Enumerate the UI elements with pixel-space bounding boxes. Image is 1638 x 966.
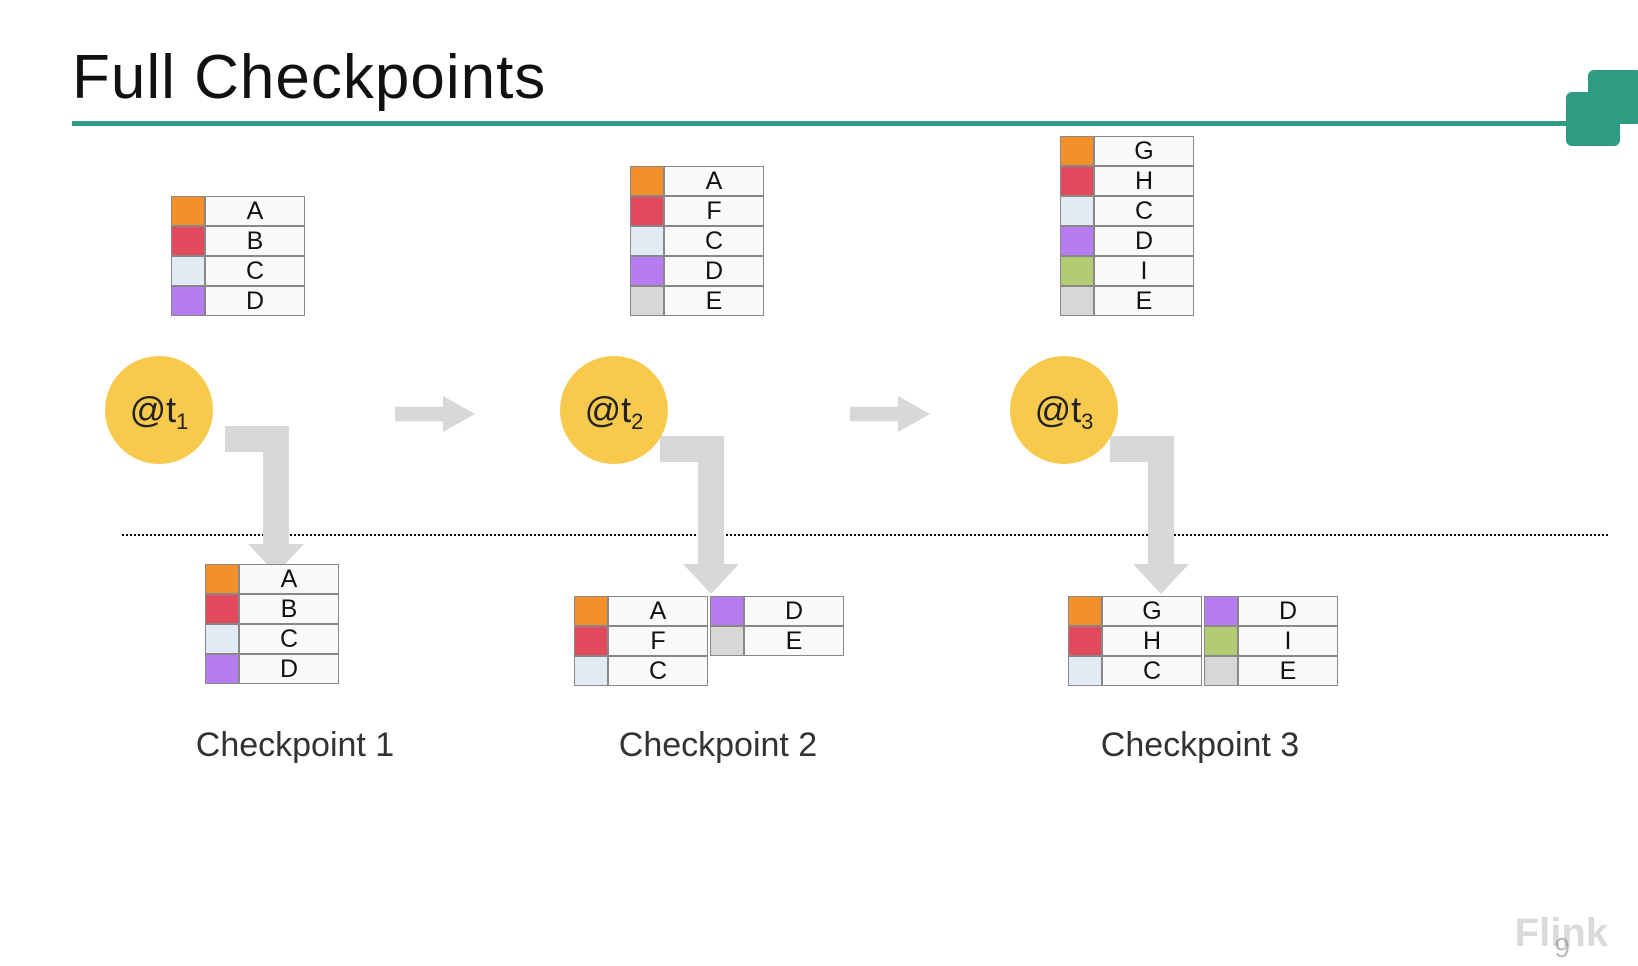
checkpoint-3-block-b: D I E — [1204, 596, 1338, 686]
tp-sub: 3 — [1081, 409, 1093, 435]
checkpoint-2-block-b: D E — [710, 596, 844, 656]
title-rule — [72, 121, 1566, 126]
cell: D — [744, 596, 844, 626]
cell: D — [664, 256, 764, 286]
cell: C — [205, 256, 305, 286]
tp-label: @t — [130, 389, 177, 431]
cell: B — [205, 226, 305, 256]
cell: C — [1094, 196, 1194, 226]
timepoint-t3: @t3 — [1010, 356, 1118, 464]
cell: B — [239, 594, 339, 624]
cell: E — [744, 626, 844, 656]
checkpoint-2-block-a: A F C — [574, 596, 708, 686]
checkpoint-3-block-a: G H C — [1068, 596, 1202, 686]
cell: C — [664, 226, 764, 256]
cell: F — [608, 626, 708, 656]
cell: D — [205, 286, 305, 316]
cell: A — [608, 596, 708, 626]
cell: I — [1094, 256, 1194, 286]
tp-label: @t — [1035, 389, 1082, 431]
checkpoint-1-label: Checkpoint 1 — [155, 726, 435, 765]
arrow-right-1 — [395, 396, 475, 432]
divider-dotted — [122, 534, 1608, 536]
arrow-right-2 — [850, 396, 930, 432]
timepoint-t1: @t1 — [105, 356, 213, 464]
checkpoint-1-block: A B C D — [205, 564, 339, 684]
checkpoint-3-label: Checkpoint 3 — [1060, 726, 1340, 765]
cell: G — [1102, 596, 1202, 626]
cell: E — [664, 286, 764, 316]
tp-sub: 2 — [631, 409, 643, 435]
cell: D — [1094, 226, 1194, 256]
cell: D — [1238, 596, 1338, 626]
cell: E — [1238, 656, 1338, 686]
state-t3: G H C D I E — [1060, 136, 1194, 316]
cell: A — [239, 564, 339, 594]
cell: C — [239, 624, 339, 654]
cell: H — [1102, 626, 1202, 656]
page-number: 9 — [1554, 932, 1570, 964]
cell: A — [664, 166, 764, 196]
tp-sub: 1 — [176, 409, 188, 435]
cell: F — [664, 196, 764, 226]
timepoint-t2: @t2 — [560, 356, 668, 464]
tp-label: @t — [585, 389, 632, 431]
state-t2: A F C D E — [630, 166, 764, 316]
cell: A — [205, 196, 305, 226]
diagram-stage: A B C D @t1 A B C D Checkpoint 1 A F C D… — [0, 156, 1638, 856]
page-title: Full Checkpoints — [72, 42, 1638, 113]
cell: C — [608, 656, 708, 686]
cell: H — [1094, 166, 1194, 196]
cell: G — [1094, 136, 1194, 166]
cell: D — [239, 654, 339, 684]
cell: I — [1238, 626, 1338, 656]
cell: C — [1102, 656, 1202, 686]
checkpoint-2-label: Checkpoint 2 — [578, 726, 858, 765]
cell: E — [1094, 286, 1194, 316]
state-t1: A B C D — [171, 196, 305, 316]
